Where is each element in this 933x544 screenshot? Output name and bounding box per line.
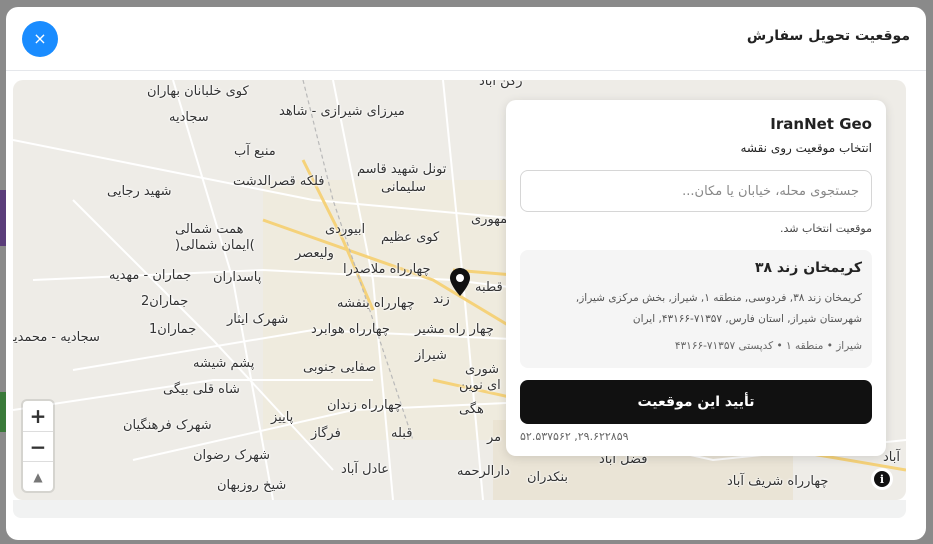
- address-title: کریمخان زند ۳۸: [754, 260, 862, 276]
- map-label: شیخ روزبهان: [217, 478, 287, 493]
- map-label: فرگاز: [311, 426, 341, 441]
- map-label: شیراز: [415, 348, 447, 363]
- map-label: پاییز: [271, 410, 294, 425]
- close-icon: ×: [33, 29, 47, 48]
- map-label: قطبه: [475, 280, 503, 295]
- map-label: ای نوین: [459, 378, 501, 393]
- map-label: شهرک ایثار: [227, 312, 289, 327]
- compass-button[interactable]: ▲: [23, 461, 53, 491]
- map-label: شوری: [465, 362, 500, 377]
- map-label: شهرک رضوان: [193, 448, 271, 463]
- map-label: چهارراه بنفشه: [337, 296, 415, 311]
- map-label: آباد: [883, 450, 900, 465]
- map-label: شهید رجایی: [107, 184, 172, 199]
- map-label: چهارراه شریف آباد: [727, 474, 829, 489]
- map-label: چهار راه مشیر: [415, 322, 494, 337]
- address-card: کریمخان زند ۳۸ کریمخان زند ۳۸, فردوسی, م…: [520, 250, 872, 368]
- modal-header: × موقعیت تحویل سفارش: [6, 7, 926, 71]
- info-icon: i: [874, 471, 890, 487]
- map-label: )ایمان شمالی(: [175, 238, 255, 253]
- map-label: منبع آب: [234, 144, 276, 159]
- map-label: سلیمانی: [381, 180, 427, 195]
- location-search-input[interactable]: [520, 170, 872, 212]
- map-label: میرزای شیرازی - شاهد: [279, 104, 405, 119]
- attribution-button[interactable]: i: [871, 468, 893, 490]
- selection-status: موقعیت انتخاب شد.: [780, 222, 872, 235]
- map-label: سجادیه: [169, 110, 209, 125]
- map-label: فلکه قصرالدشت: [233, 174, 325, 189]
- zoom-control: + − ▲: [23, 401, 53, 491]
- map-label: رکن آباد: [479, 80, 523, 89]
- confirm-location-button[interactable]: تأیید این موقعیت: [520, 380, 872, 424]
- map-label: ابیوردی: [325, 222, 366, 237]
- map-label: چهارراه زندان: [327, 398, 402, 413]
- zoom-in-button[interactable]: +: [23, 401, 53, 431]
- modal-title: موقعیت تحویل سفارش: [746, 28, 910, 44]
- panel-subtitle: انتخاب موقعیت روی نقشه: [740, 141, 872, 155]
- map-label: شاه قلی بیگی: [163, 382, 240, 397]
- map-label: مر: [487, 430, 502, 445]
- map-label: پاسداران: [213, 270, 262, 285]
- map-label: کوی خلبانان بهاران: [147, 84, 249, 99]
- map-label: همت شمالی: [175, 222, 244, 237]
- map-canvas[interactable]: کوی خلبانان بهاران سجادیه میرزای شیرازی …: [13, 80, 906, 500]
- map-label: شهرک فرهنگیان: [123, 418, 212, 433]
- map-label: قبله: [391, 426, 413, 441]
- map-label: دارالرحمه: [457, 464, 510, 479]
- map-label: جماران2: [141, 294, 189, 309]
- map-label: صفایی جنوبی: [303, 360, 377, 375]
- map-label: جماران - مهدیه: [109, 268, 192, 283]
- panel-brand: IranNet Geo: [770, 115, 872, 133]
- compass-icon: ▲: [33, 469, 43, 484]
- zoom-out-button[interactable]: −: [23, 431, 53, 461]
- coordinates-readout: ۲۹.۶۲۲۸۵۹, ۵۲.۵۳۷۵۶۲: [520, 430, 629, 443]
- map-label: هگی: [459, 402, 484, 417]
- map-label: جماران1: [149, 322, 197, 337]
- location-pin-icon[interactable]: [450, 268, 470, 300]
- map-label: چهارراه ملاصدرا: [343, 262, 431, 277]
- address-meta: شیراز • منطقه ۱ • کدپستی ۷۱۳۵۷-۴۳۱۶۶: [674, 340, 862, 352]
- map-label: سجادیه - محمدیه: [13, 330, 100, 345]
- map-label: زند: [433, 292, 450, 307]
- map-label: بنکدران: [527, 470, 568, 485]
- map-footer: [13, 500, 906, 518]
- map-label: پشم شیشه: [193, 356, 255, 371]
- map-label: ولیعصر: [295, 246, 334, 261]
- location-panel: IranNet Geo انتخاب موقعیت روی نقشه موقعی…: [506, 100, 886, 456]
- map-label: کوی عظیم: [381, 230, 440, 245]
- map-label: چهارراه هوابرد: [311, 322, 390, 337]
- close-button[interactable]: ×: [22, 21, 58, 57]
- map-label: عادل آباد: [341, 462, 390, 477]
- address-full: کریمخان زند ۳۸, فردوسی, منطقه ۱, شیراز, …: [575, 292, 862, 325]
- map-label: تونل شهید قاسم: [357, 162, 447, 177]
